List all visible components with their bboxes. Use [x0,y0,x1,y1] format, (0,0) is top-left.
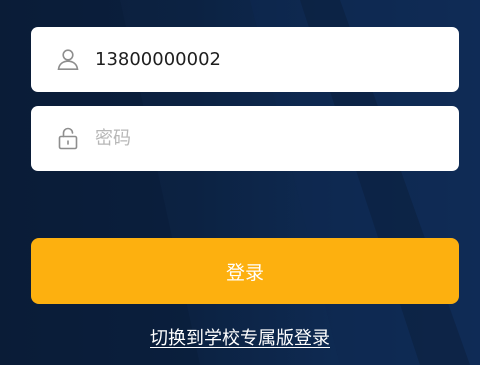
password-field[interactable] [31,106,459,171]
phone-field[interactable] [31,27,459,92]
login-button[interactable]: 登录 [31,238,459,304]
phone-input[interactable] [95,27,435,92]
user-icon [56,47,80,71]
password-input[interactable] [95,106,435,171]
lock-icon [56,126,80,150]
switch-to-school-login-link[interactable]: 切换到学校专属版登录 [0,324,480,350]
